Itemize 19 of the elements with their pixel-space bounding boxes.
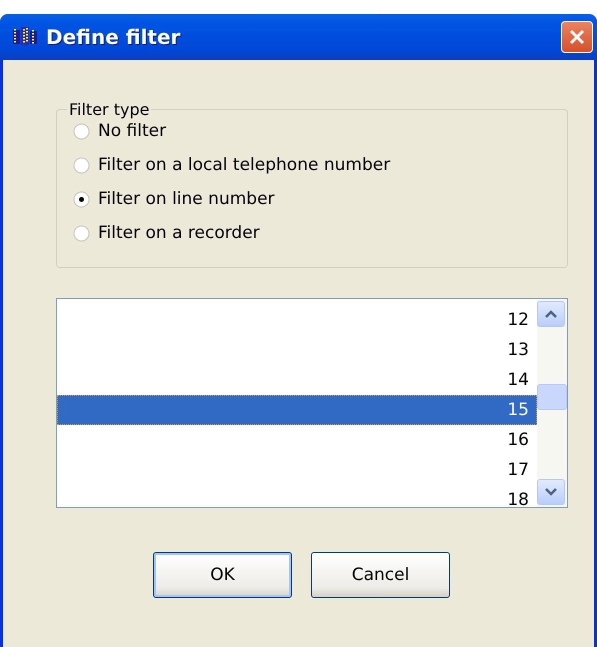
dialog-button[interactable]: Cancel <box>311 552 450 598</box>
group-label: Filter type <box>68 100 150 119</box>
list-item[interactable]: 15 <box>57 395 537 425</box>
app-icon <box>12 26 38 48</box>
caret-up-icon <box>545 310 557 318</box>
caret-down-icon <box>545 488 557 496</box>
list-item[interactable]: 12 <box>57 305 537 335</box>
list-item[interactable]: 18 <box>57 485 537 507</box>
close-icon <box>568 28 586 46</box>
close-button[interactable] <box>561 21 593 53</box>
list-item[interactable]: 14 <box>57 365 537 395</box>
list-item[interactable]: 13 <box>57 335 537 365</box>
list-item[interactable]: 16 <box>57 425 537 455</box>
list-item[interactable]: 17 <box>57 455 537 485</box>
scroll-up-button[interactable] <box>537 301 565 327</box>
scroll-down-button[interactable] <box>537 479 565 505</box>
dialog-button[interactable]: OK <box>153 552 292 598</box>
window-title: Define filter <box>46 25 182 49</box>
scroll-thumb[interactable] <box>537 384 567 410</box>
